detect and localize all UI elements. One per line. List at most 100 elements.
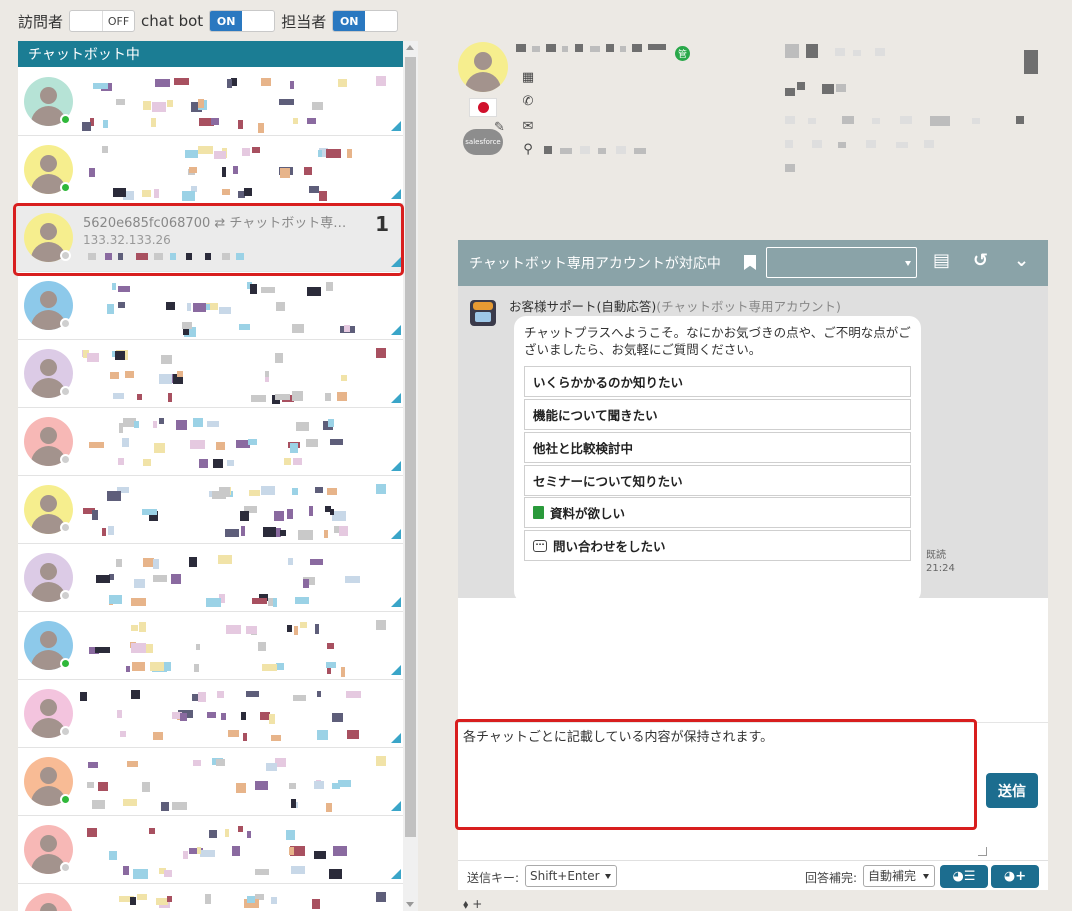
redacted-pixel [338,79,347,87]
redacted-block [842,116,854,124]
option-features[interactable]: 機能について聞きたい [524,399,911,430]
avatar [24,893,73,911]
visitor-list-item[interactable] [18,340,403,408]
visitor-list-item-active[interactable]: 5620e685fc068700 ⇄ チャットボット専… 133.32.133.2… [18,204,403,272]
chat-panel: チャットボット専用アカウントが対応中 ▤ ↺ ⌄ お客様サポート(自動応答)(チ… [458,240,1048,890]
redacted-pixel [171,574,181,584]
redacted-pixel [225,829,229,837]
redacted-block [896,142,908,148]
redacted-pixel [236,783,246,793]
redacted-pixel [266,763,277,771]
redacted-block [785,88,795,96]
redacted-pixel [293,695,306,701]
scroll-down-arrow-icon[interactable] [406,902,414,907]
redacted-pixel [216,442,225,450]
redacted-pixel [118,458,124,465]
redacted-pixel [376,484,386,494]
redacted-pixel [310,559,323,565]
redacted-pixel [271,897,277,904]
send-key-select[interactable]: Shift+Enter [525,865,617,887]
option-documents[interactable]: 資料が欲しい [524,497,911,528]
redacted-block [516,44,526,52]
resize-handle[interactable] [978,847,987,856]
redacted-block [972,118,980,124]
redacted-pixel [288,558,293,565]
redacted-pixel [332,713,343,722]
redacted-pixel [241,526,245,536]
redacted-pixel [326,282,333,291]
redacted-pixel [327,488,337,495]
template-add-button[interactable]: ◕+ [991,865,1039,888]
redacted-pixel [117,710,122,718]
list-header: チャットボット中 [18,41,403,67]
redacted-pixel [222,189,230,195]
redacted-pixel [258,642,266,651]
redacted-block [1016,116,1024,124]
redacted-pixel [307,118,316,124]
redacted-pixel [309,186,319,193]
redacted-block [930,116,950,126]
redacted-pixel [276,663,284,670]
tag-add[interactable]: ⬧ + [463,897,482,911]
visitor-list-item[interactable] [18,816,403,884]
visitor-toggle[interactable]: OFF [69,10,136,32]
option-seminar[interactable]: セミナーについて知りたい [524,465,911,496]
scroll-up-arrow-icon[interactable] [406,45,414,50]
redacted-pixel [293,118,298,124]
redacted-pixel [252,147,260,153]
redacted-pixel [303,579,309,588]
message-area: お客様サポート(自動応答)(チャットボット専用アカウント) チャットプラスへよう… [458,286,1048,603]
assignee-select[interactable] [766,247,917,278]
owner-toggle[interactable]: ON [332,10,399,32]
scroll-thumb[interactable] [405,57,416,837]
visitor-list-item[interactable] [18,612,403,680]
message-input[interactable]: 各チャットごとに記載している内容が保持されます。 [458,722,1048,860]
redacted-pixel [287,625,292,632]
completion-select[interactable]: 自動補完 [863,865,935,887]
redacted-pixel [279,99,294,105]
visitor-list-item[interactable] [18,68,403,136]
bookmark-icon[interactable] [744,255,756,270]
redacted-pixel [209,830,217,838]
visitor-list-item[interactable] [18,680,403,748]
collapse-down-icon[interactable]: ⌄ [1014,250,1029,271]
visitor-list-item[interactable] [18,272,403,340]
send-button[interactable]: 送信 [986,773,1038,808]
redacted-pixel [226,625,241,634]
history-icon[interactable]: ↺ [973,250,988,271]
redacted-pixel [130,897,136,905]
visitor-list-item[interactable] [18,476,403,544]
list-scrollbar[interactable] [403,41,418,911]
redacted-pixel [89,442,104,448]
redacted-pixel [314,781,324,789]
option-inquiry[interactable]: ··· 問い合わせをしたい [524,530,911,561]
visitor-id: 5620e685fc068700 ⇄ チャットボット専… [83,216,347,231]
redacted-pixel [159,418,164,424]
visitor-list-item[interactable] [18,136,403,204]
redacted-pixel [198,99,204,108]
redacted-pixel [293,458,302,465]
corner-indicator-icon [391,733,401,743]
redacted-pixel [131,598,146,606]
redacted-pixel [315,624,319,634]
visitor-list-item[interactable] [18,408,403,476]
option-compare[interactable]: 他社と比較検討中 [524,432,911,463]
redacted-pixel [258,123,264,133]
redacted-pixel [103,120,108,128]
chatbot-toggle[interactable]: ON [209,10,276,32]
redacted-pixel [196,644,200,650]
option-cost[interactable]: いくらかかるのか知りたい [524,366,911,397]
template-list-button[interactable]: ◕☰ [940,865,988,888]
redacted-pixel [113,188,126,197]
status-dot [60,386,71,397]
redacted-pixel [328,419,334,427]
redacted-pixel [167,896,172,902]
redacted-pixel [182,191,195,201]
visitor-list-item[interactable] [18,884,403,911]
edit-pencil-icon[interactable]: ✎ [494,120,505,135]
redacted-pixel [255,781,268,790]
redacted-pixel [119,423,123,433]
visitor-list-item[interactable] [18,748,403,816]
book-icon[interactable]: ▤ [933,250,950,271]
visitor-list-item[interactable] [18,544,403,612]
